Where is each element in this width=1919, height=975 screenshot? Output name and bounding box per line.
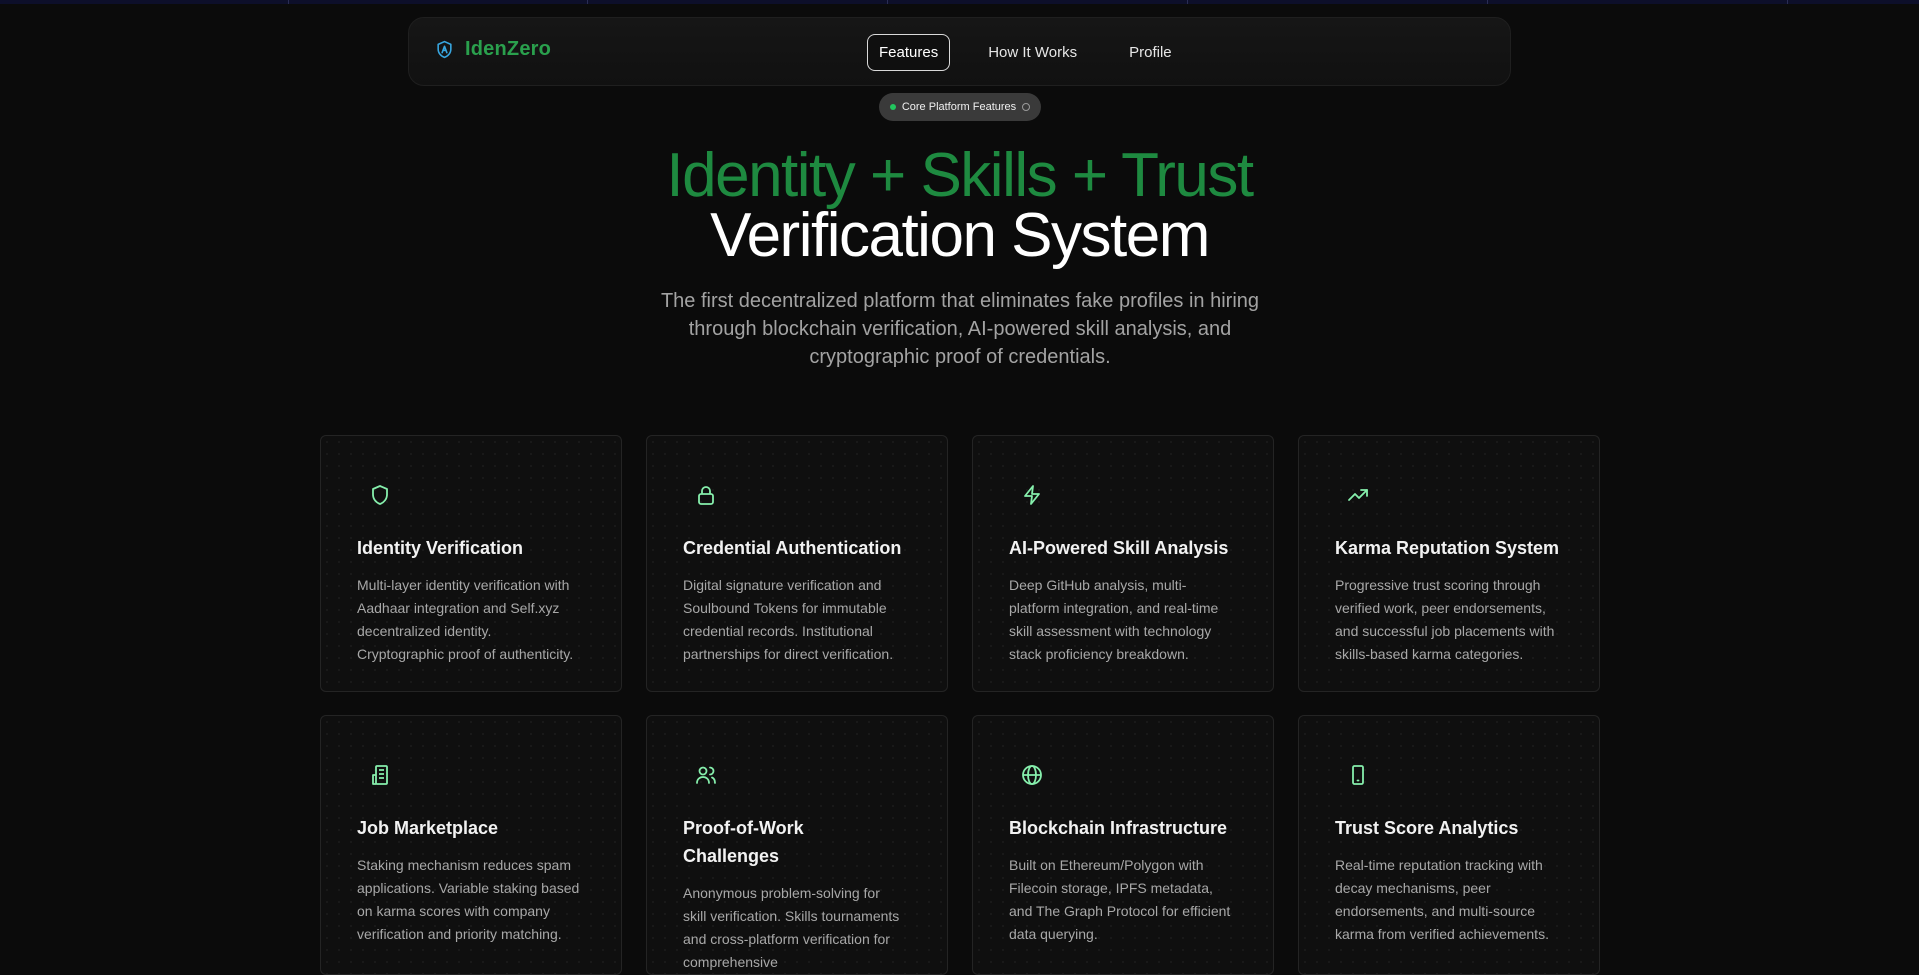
- lock-icon: [694, 483, 718, 507]
- trending-up-icon: [1346, 483, 1370, 507]
- nav-link-features[interactable]: Features: [867, 34, 951, 71]
- hero-subtitle: The first decentralized platform that el…: [660, 290, 1260, 368]
- globe-icon: [1020, 763, 1044, 787]
- ring-icon: [1022, 103, 1031, 111]
- feature-title: Credential Authentication: [683, 538, 902, 558]
- feature-card-identity-verification[interactable]: Identity Verification Multi-layer identi…: [320, 435, 622, 692]
- feature-card-trust-score-analytics[interactable]: Trust Score Analytics Real-time reputati…: [1298, 715, 1600, 975]
- feature-card-ai-skill-analysis[interactable]: AI-Powered Skill Analysis Deep GitHub an…: [972, 435, 1274, 692]
- feature-title: Trust Score Analytics: [1335, 818, 1519, 838]
- smartphone-icon: [1346, 763, 1370, 787]
- feature-description: Real-time reputation tracking with decay…: [1335, 857, 1549, 942]
- nav-link-how-it-works[interactable]: How It Works: [976, 34, 1089, 71]
- feature-card-blockchain-infrastructure[interactable]: Blockchain Infrastructure Built on Ether…: [972, 715, 1274, 975]
- brand-name: IdenZero: [465, 38, 552, 60]
- feature-description: Built on Ethereum/Polygon with Filecoin …: [1009, 857, 1231, 942]
- feature-description: Multi-layer identity verification with A…: [357, 577, 574, 662]
- brand[interactable]: IdenZero: [435, 38, 551, 61]
- feature-title: Identity Verification: [357, 538, 524, 558]
- feature-description: Staking mechanism reduces spam applicati…: [357, 857, 580, 942]
- feature-description: Digital signature verification and Soulb…: [683, 577, 894, 662]
- feature-card-credential-authentication[interactable]: Credential Authentication Digital signat…: [646, 435, 948, 692]
- nav-link-profile[interactable]: Profile: [1117, 34, 1184, 71]
- badge-label: Core Platform Features: [901, 101, 1017, 113]
- building-icon: [368, 763, 392, 787]
- shield-icon: [368, 483, 392, 507]
- feature-title: Karma Reputation System: [1335, 538, 1560, 558]
- feature-title: Proof-of-Work Challenges: [683, 818, 804, 866]
- top-navbar: IdenZero Features How It Works Profile: [408, 17, 1511, 86]
- feature-description: Deep GitHub analysis, multi-platform int…: [1009, 577, 1219, 662]
- feature-description: Progressive trust scoring through verifi…: [1335, 577, 1555, 662]
- lightning-icon: [1020, 483, 1044, 507]
- feature-title: Job Marketplace: [357, 818, 499, 838]
- feature-card-job-marketplace[interactable]: Job Marketplace Staking mechanism reduce…: [320, 715, 622, 975]
- users-icon: [694, 763, 718, 787]
- feature-card-proof-of-work[interactable]: Proof-of-Work Challenges Anonymous probl…: [646, 715, 948, 975]
- nav-links: Features How It Works Profile: [867, 34, 1206, 71]
- core-features-badge: Core Platform Features: [879, 93, 1041, 121]
- feature-description: Anonymous problem-solving for skill veri…: [683, 885, 900, 970]
- status-dot-icon: [889, 104, 896, 110]
- top-accent-line: [0, 0, 1919, 4]
- feature-title: AI-Powered Skill Analysis: [1009, 538, 1229, 558]
- hero-title-line2: Verification System: [710, 201, 1210, 270]
- feature-title: Blockchain Infrastructure: [1009, 818, 1228, 838]
- feature-card-karma-reputation[interactable]: Karma Reputation System Progressive trus…: [1298, 435, 1600, 692]
- shield-icon: [435, 39, 454, 60]
